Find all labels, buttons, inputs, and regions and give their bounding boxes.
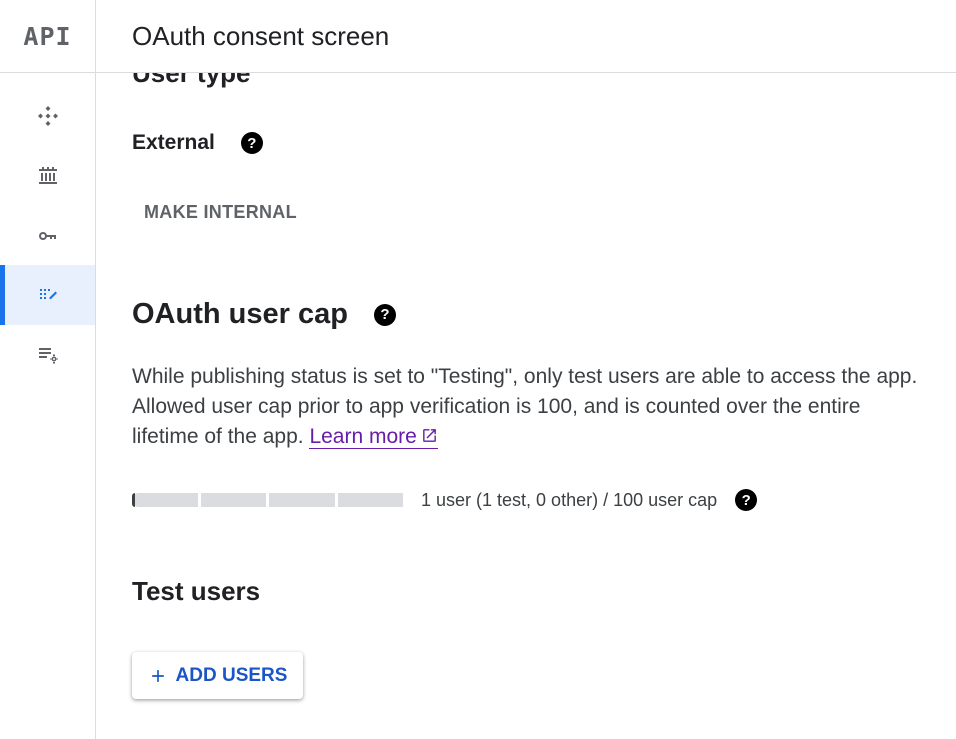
sidebar-item-page-settings[interactable] <box>0 325 95 385</box>
key-icon <box>38 232 56 240</box>
sidebar-item-oauth-consent[interactable] <box>0 265 95 325</box>
user-cap-progress-bar <box>132 493 403 507</box>
external-link-icon <box>422 429 436 442</box>
user-type-value: External <box>132 131 215 154</box>
learn-more-link[interactable]: Learn more <box>309 425 438 449</box>
sidebar-item-library[interactable] <box>0 146 95 206</box>
progress-fill <box>132 493 135 507</box>
user-cap-description: While publishing status is set to "Testi… <box>132 362 922 452</box>
main-content: User type External ? MAKE INTERNAL OAuth… <box>132 0 956 739</box>
api-logo[interactable]: API <box>0 0 95 73</box>
sidebar-item-credentials[interactable] <box>0 206 95 266</box>
page-title: OAuth consent screen <box>132 20 390 51</box>
add-users-button[interactable]: ADD USERS <box>132 652 303 699</box>
user-type-row: External ? <box>132 131 263 155</box>
user-cap-progress-row: 1 user (1 test, 0 other) / 100 user cap … <box>132 489 758 511</box>
sidebar-item-dashboard[interactable] <box>0 86 95 146</box>
consent-icon <box>39 289 57 299</box>
user-cap-heading: OAuth user cap <box>132 298 348 330</box>
dashboard-icon <box>37 106 58 126</box>
help-icon[interactable]: ? <box>373 303 396 326</box>
add-users-label: ADD USERS <box>175 664 288 686</box>
progress-segment <box>337 493 403 507</box>
user-cap-heading-row: OAuth user cap ? <box>132 298 396 331</box>
library-icon <box>38 167 57 184</box>
progress-segment <box>132 493 198 507</box>
user-cap-description-text: While publishing status is set to "Testi… <box>132 365 918 448</box>
user-cap-progress-text: 1 user (1 test, 0 other) / 100 user cap <box>421 489 718 510</box>
settings-list-icon <box>38 348 57 364</box>
help-icon[interactable]: ? <box>735 489 758 511</box>
help-icon[interactable]: ? <box>240 132 263 154</box>
sidebar: API <box>0 0 96 739</box>
app-root: API OAuth consent screen User type Exter… <box>0 0 956 739</box>
make-internal-button[interactable]: MAKE INTERNAL <box>132 196 309 229</box>
progress-segment <box>269 493 335 507</box>
learn-more-label: Learn more <box>309 425 417 448</box>
progress-segment <box>200 493 266 507</box>
test-users-heading: Test users <box>132 576 261 606</box>
plus-icon <box>151 669 164 682</box>
page-header: OAuth consent screen <box>96 0 956 73</box>
